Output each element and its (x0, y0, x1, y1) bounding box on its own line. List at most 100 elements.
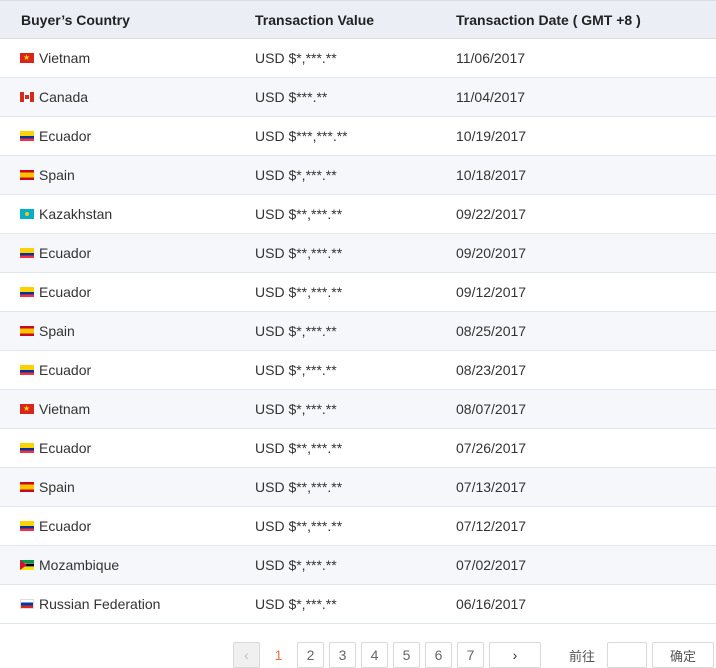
country-cell: Ecuador (20, 362, 91, 378)
country-name: Ecuador (39, 518, 92, 534)
transaction-date: 11/04/2017 (456, 89, 526, 105)
table-row: Ecuador USD $***,***.** 10/19/2017 (0, 117, 716, 156)
table-row: Spain USD $*,***.** 08/25/2017 (0, 312, 716, 351)
transaction-value: USD $*,***.** (255, 50, 337, 66)
transactions-table: Buyer’s Country Transaction Value Transa… (0, 0, 716, 624)
table-row: Ecuador USD $**,***.** 07/26/2017 (0, 429, 716, 468)
transaction-value: USD $*,***.** (255, 401, 337, 417)
page-6-button[interactable]: 6 (425, 642, 452, 668)
country-name: Spain (39, 479, 75, 495)
country-name: Mozambique (39, 557, 120, 573)
table-body: Vietnam USD $*,***.** 11/06/2017 Canada USD … (0, 39, 716, 624)
transaction-date: 08/25/2017 (456, 323, 527, 339)
table-row: Ecuador USD $**,***.** 07/12/2017 (0, 507, 716, 546)
flag-vn-icon (20, 404, 34, 414)
header-transaction-date: Transaction Date ( GMT +8 ) (456, 11, 641, 28)
table-header: Buyer’s Country Transaction Value Transa… (0, 0, 716, 39)
flag-ec-icon (20, 248, 34, 258)
transaction-date: 07/13/2017 (456, 479, 527, 495)
table-row: Spain USD $**,***.** 07/13/2017 (0, 468, 716, 507)
chevron-right-icon: › (512, 647, 518, 663)
transaction-date: 10/19/2017 (456, 128, 527, 144)
flag-es-icon (20, 326, 34, 336)
transaction-value: USD $*,***.** (255, 362, 337, 378)
goto-page-input[interactable] (607, 642, 648, 668)
flag-ec-icon (20, 443, 34, 453)
transaction-value: USD $**,***.** (255, 518, 343, 534)
country-cell: Ecuador (20, 128, 91, 144)
prev-page-button[interactable]: ‹ (233, 642, 260, 668)
country-cell: Ecuador (20, 440, 91, 456)
flag-es-icon (20, 482, 34, 492)
transaction-value: USD $**,***.** (255, 479, 343, 495)
flag-ru-icon (20, 599, 34, 609)
table-row: Mozambique USD $*,***.** 07/02/2017 (0, 546, 716, 585)
country-cell: Spain (20, 323, 75, 339)
page-number-list: 1234567 (265, 642, 489, 668)
country-cell: Ecuador (20, 245, 91, 261)
transaction-date: 08/23/2017 (456, 362, 527, 378)
transaction-date: 08/07/2017 (456, 401, 527, 417)
country-cell: Canada (20, 89, 88, 105)
page-4-button[interactable]: 4 (361, 642, 388, 668)
country-name: Spain (39, 323, 75, 339)
flag-ec-icon (20, 287, 34, 297)
country-cell: Vietnam (20, 401, 90, 417)
country-cell: Ecuador (20, 518, 91, 534)
country-name: Ecuador (39, 245, 92, 261)
transaction-date: 10/18/2017 (456, 167, 527, 183)
country-name: Ecuador (39, 128, 92, 144)
country-name: Canada (39, 89, 89, 105)
transaction-date: 07/26/2017 (456, 440, 527, 456)
table-row: Ecuador USD $*,***.** 08/23/2017 (0, 351, 716, 390)
country-cell: Spain (20, 479, 75, 495)
flag-ca-icon (20, 92, 34, 102)
transaction-date: 09/20/2017 (456, 245, 527, 261)
flag-es-icon (20, 170, 34, 180)
country-name: Ecuador (39, 284, 92, 300)
table-row: Canada USD $***.** 11/04/2017 (0, 78, 716, 117)
table-row: Kazakhstan USD $**,***.** 09/22/2017 (0, 195, 716, 234)
flag-ec-icon (20, 521, 34, 531)
country-cell: Vietnam (20, 50, 90, 66)
page-3-button[interactable]: 3 (329, 642, 356, 668)
next-page-button[interactable]: › (489, 642, 541, 668)
transaction-value: USD $***,***.** (255, 128, 348, 144)
transaction-value: USD $**,***.** (255, 206, 343, 222)
chevron-left-icon: ‹ (244, 647, 249, 663)
transaction-value: USD $*,***.** (255, 596, 337, 612)
country-name: Kazakhstan (39, 206, 113, 222)
flag-ec-icon (20, 131, 34, 141)
table-row: Ecuador USD $**,***.** 09/20/2017 (0, 234, 716, 273)
pagination: ‹ 1234567 › 前往 确定 (233, 642, 715, 668)
transaction-value: USD $*,***.** (255, 323, 337, 339)
header-country: Buyer’s Country (21, 11, 130, 28)
page-7-button[interactable]: 7 (457, 642, 484, 668)
country-cell: Mozambique (20, 557, 119, 573)
transaction-value: USD $***.** (255, 89, 328, 105)
country-cell: Russian Federation (20, 596, 160, 612)
transaction-value: USD $*,***.** (255, 557, 337, 573)
page-2-button[interactable]: 2 (297, 642, 324, 668)
transaction-date: 09/12/2017 (456, 284, 527, 300)
goto-label: 前往 (569, 648, 596, 664)
table-row: Vietnam USD $*,***.** 08/07/2017 (0, 390, 716, 429)
transaction-date: 07/02/2017 (456, 557, 527, 573)
confirm-button[interactable]: 确定 (652, 642, 715, 668)
transaction-date: 06/16/2017 (456, 596, 527, 612)
table-row: Russian Federation USD $*,***.** 06/16/201… (0, 585, 716, 624)
transaction-value: USD $**,***.** (255, 245, 343, 261)
transaction-value: USD $*,***.** (255, 167, 337, 183)
flag-mz-icon (20, 560, 34, 570)
table-row: Ecuador USD $**,***.** 09/12/2017 (0, 273, 716, 312)
header-transaction-value: Transaction Value (255, 11, 375, 28)
table-row: Spain USD $*,***.** 10/18/2017 (0, 156, 716, 195)
country-cell: Spain (20, 167, 75, 183)
page-5-button[interactable]: 5 (393, 642, 420, 668)
country-name: Spain (39, 167, 75, 183)
transaction-value: USD $**,***.** (255, 284, 343, 300)
country-cell: Ecuador (20, 284, 91, 300)
page-1-button[interactable]: 1 (265, 642, 292, 668)
country-name: Vietnam (39, 50, 91, 66)
flag-vn-icon (20, 53, 34, 63)
